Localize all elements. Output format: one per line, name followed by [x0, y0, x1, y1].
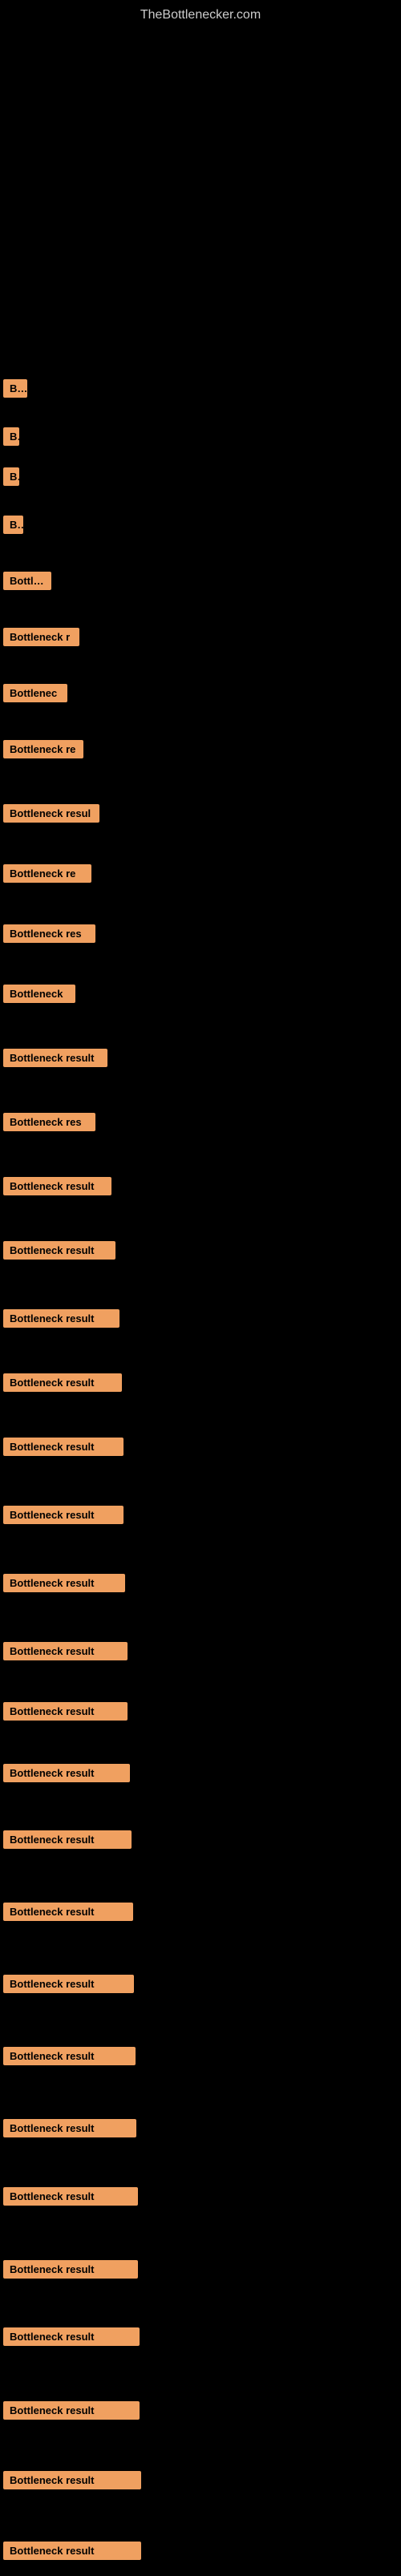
bottleneck-result-row: Bo: [3, 516, 23, 538]
bottleneck-label: B: [3, 427, 19, 446]
bottleneck-label: Bottleneck result: [3, 1574, 125, 1592]
bottleneck-result-row: Bottleneck re: [3, 864, 91, 887]
bottleneck-result-row: Bottlen: [3, 572, 51, 594]
bottleneck-label: Bottleneck result: [3, 2047, 136, 2065]
bottleneck-result-row: Bottleneck result: [3, 2542, 141, 2564]
bottleneck-result-row: Bottleneck result: [3, 2047, 136, 2069]
bottleneck-result-row: B: [3, 467, 19, 490]
bottleneck-result-row: Bottleneck resul: [3, 804, 99, 827]
bottleneck-label: Bottleneck result: [3, 1177, 111, 1195]
bottleneck-result-row: Bottleneck: [3, 985, 75, 1007]
bottleneck-label: Bottleneck result: [3, 1309, 119, 1328]
bottleneck-label: Bottleneck result: [3, 1830, 132, 1849]
bottleneck-result-row: Bottleneck result: [3, 2260, 138, 2283]
bottleneck-result-row: Bottleneck result: [3, 1373, 122, 1396]
bottleneck-result-row: Bottleneck result: [3, 1309, 119, 1332]
bottleneck-result-row: Bottleneck result: [3, 1574, 125, 1596]
bottleneck-label: Bottleneck result: [3, 1373, 122, 1392]
bottleneck-label: Bottleneck re: [3, 864, 91, 883]
bottleneck-label: Bottleneck result: [3, 2327, 140, 2346]
bottleneck-label: Bottleneck result: [3, 379, 27, 398]
bottleneck-result-row: Bottleneck result: [3, 1764, 130, 1786]
bottleneck-result-row: Bottleneck result: [3, 1642, 128, 1664]
bottleneck-label: Bottleneck result: [3, 1903, 133, 1921]
bottleneck-result-row: Bottleneck result: [3, 1049, 107, 1071]
bottleneck-result-row: Bottleneck result: [3, 379, 27, 402]
bottleneck-result-row: B: [3, 427, 19, 450]
bottleneck-result-row: Bottleneck result: [3, 2187, 138, 2210]
bottleneck-result-row: Bottleneck result: [3, 1438, 124, 1460]
bottleneck-label: Bottleneck result: [3, 1702, 128, 1721]
bottleneck-label: Bottleneck result: [3, 2187, 138, 2206]
bottleneck-result-row: Bottleneck result: [3, 1177, 111, 1199]
bottleneck-result-row: Bottleneck result: [3, 2471, 141, 2493]
bottleneck-result-row: Bottleneck result: [3, 1702, 128, 1725]
bottleneck-label: Bottleneck r: [3, 628, 79, 646]
bottleneck-label: Bottleneck re: [3, 740, 83, 758]
bottleneck-result-row: Bottleneck result: [3, 2327, 140, 2350]
bottleneck-result-row: Bottleneck re: [3, 740, 83, 762]
bottleneck-result-row: Bottleneck result: [3, 1241, 115, 1264]
bottleneck-label: Bottleneck result: [3, 2119, 136, 2137]
bottleneck-label: Bottlen: [3, 572, 51, 590]
bottleneck-label: Bottleneck result: [3, 1241, 115, 1260]
bottleneck-result-row: Bottleneck result: [3, 1830, 132, 1853]
bottleneck-label: Bottleneck result: [3, 1764, 130, 1782]
bottleneck-label: Bottleneck result: [3, 1506, 124, 1524]
bottleneck-label: Bottleneck result: [3, 1049, 107, 1067]
bottleneck-result-row: Bottleneck r: [3, 628, 79, 650]
bottleneck-label: Bottleneck result: [3, 2542, 141, 2560]
bottleneck-result-row: Bottleneck result: [3, 2401, 140, 2424]
bottleneck-result-row: Bottleneck res: [3, 924, 95, 947]
bottleneck-label: Bottleneck result: [3, 2260, 138, 2279]
bottleneck-result-row: Bottleneck result: [3, 1903, 133, 1925]
bottleneck-label: Bo: [3, 516, 23, 534]
bottleneck-label: Bottleneck result: [3, 2401, 140, 2420]
bottleneck-result-row: Bottlenec: [3, 684, 67, 706]
bottleneck-label: Bottleneck: [3, 985, 75, 1003]
bottleneck-label: Bottleneck result: [3, 1642, 128, 1660]
bottleneck-label: Bottlenec: [3, 684, 67, 702]
bottleneck-label: Bottleneck result: [3, 1975, 134, 1993]
bottleneck-result-row: Bottleneck result: [3, 1975, 134, 1997]
bottleneck-label: Bottleneck result: [3, 2471, 141, 2489]
bottleneck-result-row: Bottleneck result: [3, 2119, 136, 2141]
bottleneck-result-row: Bottleneck result: [3, 1506, 124, 1528]
bottleneck-label: Bottleneck resul: [3, 804, 99, 823]
bottleneck-label: Bottleneck res: [3, 924, 95, 943]
bottleneck-label: B: [3, 467, 19, 486]
site-title: TheBottlenecker.com: [0, 0, 401, 26]
bottleneck-result-row: Bottleneck res: [3, 1113, 95, 1135]
bottleneck-label: Bottleneck result: [3, 1438, 124, 1456]
bottleneck-label: Bottleneck res: [3, 1113, 95, 1131]
